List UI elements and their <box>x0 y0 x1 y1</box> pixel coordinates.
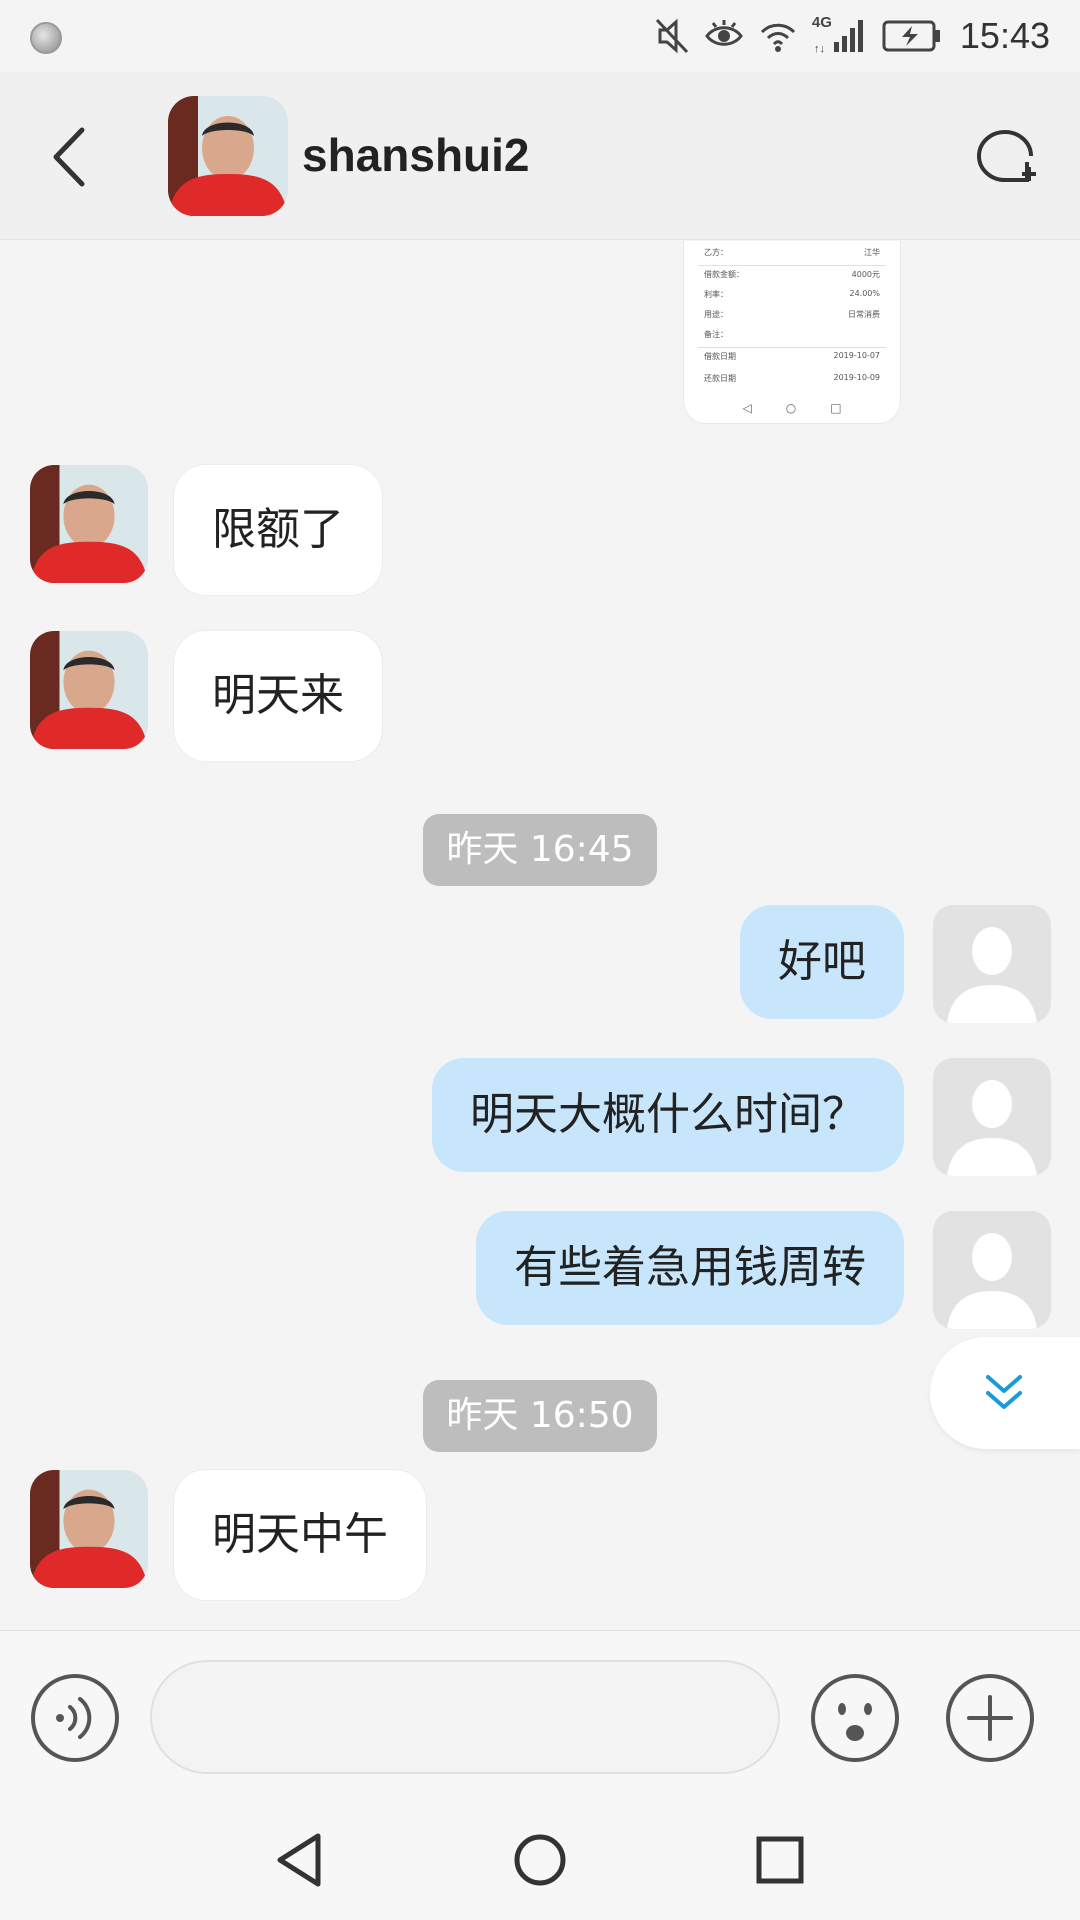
shot-nav-bar: ◁ ○ □ <box>684 401 900 415</box>
message-bubble-outgoing[interactable]: 有些着急用钱周转 <box>476 1211 904 1325</box>
default-user-icon <box>933 1058 1051 1176</box>
shot-row: 借款金额： 4000元 <box>704 269 880 287</box>
shot-row: 乙方： 江华 <box>704 247 880 265</box>
shot-recent-glyph: □ <box>830 401 842 415</box>
scroll-to-bottom-button[interactable] <box>930 1337 1080 1449</box>
eye-comfort-icon <box>705 20 743 46</box>
voice-input-button[interactable] <box>30 1673 120 1763</box>
divider <box>698 265 886 266</box>
emoji-icon <box>811 1674 899 1762</box>
message-bubble-outgoing[interactable]: 明天大概什么时间？ <box>432 1058 904 1172</box>
default-user-icon <box>933 1211 1051 1329</box>
shot-row: 借款日期 2019-10-07 <box>704 351 880 369</box>
image-message[interactable]: 乙方： 江华 借款金额： 4000元 利率： 24.00% 用途： 日常消费 备… <box>684 241 900 423</box>
triangle-back-icon <box>277 1833 321 1887</box>
shot-value: 日常消费 <box>848 310 880 319</box>
timestamp-pill: 昨天 16:50 <box>423 1380 657 1452</box>
contact-avatar[interactable] <box>30 631 148 749</box>
timestamp-pill: 昨天 16:45 <box>423 814 657 886</box>
shot-label: 利率： <box>704 290 728 299</box>
shot-label: 还款日期 <box>704 374 736 383</box>
plus-icon <box>946 1674 1034 1762</box>
status-time: 15:43 <box>959 15 1050 56</box>
contact-avatar[interactable] <box>30 1470 148 1588</box>
more-actions-button[interactable] <box>945 1673 1035 1763</box>
square-recents-icon <box>756 1836 804 1884</box>
back-button[interactable] <box>42 122 102 192</box>
nav-home-button[interactable] <box>510 1828 570 1892</box>
shot-row: 还款日期 2019-10-09 <box>704 373 880 391</box>
user-avatar[interactable] <box>933 905 1051 1023</box>
user-avatar[interactable] <box>933 1211 1051 1329</box>
nav-back-button[interactable] <box>270 1828 330 1892</box>
mute-icon <box>655 18 689 54</box>
circle-home-icon <box>514 1834 566 1886</box>
contact-avatar[interactable] <box>30 465 148 583</box>
chevron-left-icon <box>53 127 85 187</box>
contact-avatar[interactable] <box>168 96 288 216</box>
signal-icon: 4G ↑↓ <box>812 14 868 56</box>
wifi-icon <box>760 23 795 52</box>
shot-value: 24.00% <box>849 289 880 298</box>
shot-home-glyph: ○ <box>785 401 797 415</box>
composer-bar <box>0 1630 1080 1800</box>
default-user-icon <box>933 905 1051 1023</box>
chat-header: shanshui2 <box>0 72 1080 240</box>
shot-value: 4000元 <box>851 270 880 279</box>
shot-label: 备注： <box>704 330 728 339</box>
new-chat-button[interactable] <box>970 124 1040 194</box>
message-input[interactable] <box>150 1660 780 1774</box>
message-list[interactable]: 乙方： 江华 借款金额： 4000元 利率： 24.00% 用途： 日常消费 备… <box>0 241 1080 1630</box>
shot-label: 用途： <box>704 310 728 319</box>
svg-text:↑↓: ↑↓ <box>814 43 825 55</box>
shot-back-glyph: ◁ <box>742 401 752 415</box>
divider <box>698 347 886 348</box>
shot-row: 备注： <box>704 329 880 347</box>
shot-label: 乙方： <box>704 248 728 257</box>
nav-recents-button[interactable] <box>750 1828 810 1892</box>
shot-label: 借款日期 <box>704 352 736 361</box>
shot-row: 用途： 日常消费 <box>704 309 880 327</box>
message-bubble-outgoing[interactable]: 好吧 <box>740 905 904 1019</box>
shot-value: 江华 <box>864 248 880 257</box>
message-bubble-incoming[interactable]: 明天中午 <box>174 1470 426 1600</box>
emoji-button[interactable] <box>810 1673 900 1763</box>
system-nav-bar <box>0 1800 1080 1920</box>
voice-icon <box>31 1674 119 1762</box>
shot-value: 2019-10-09 <box>833 373 881 382</box>
contact-name: shanshui2 <box>302 129 530 181</box>
battery-charging-icon <box>882 20 940 52</box>
message-bubble-incoming[interactable]: 限额了 <box>174 465 382 595</box>
status-icons: 4G ↑↓ 15:43 <box>654 14 1050 58</box>
shot-row: 利率： 24.00% <box>704 289 880 307</box>
notification-app-icon <box>30 22 62 54</box>
new-chat-icon <box>977 130 1036 182</box>
message-bubble-incoming[interactable]: 明天来 <box>174 631 382 761</box>
status-bar: 4G ↑↓ 15:43 <box>0 0 1080 72</box>
user-avatar[interactable] <box>933 1058 1051 1176</box>
shot-label: 借款金额： <box>704 270 744 279</box>
double-chevron-down-icon <box>986 1375 1022 1409</box>
shot-value: 2019-10-07 <box>833 351 881 360</box>
